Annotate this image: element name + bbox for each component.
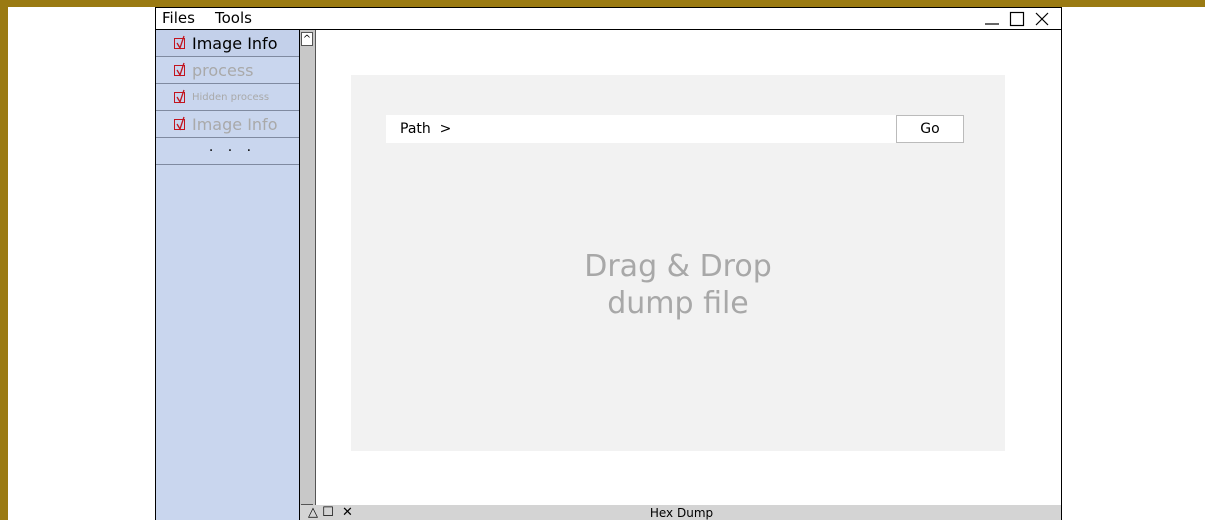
checkbox-checked-icon[interactable] bbox=[174, 89, 185, 104]
sidebar-item-label: Hidden process bbox=[192, 91, 270, 103]
drop-zone-line-1: Drag & Drop bbox=[584, 249, 772, 284]
sidebar-item-image-info-2[interactable]: Image Info bbox=[156, 111, 299, 138]
app-window: Files Tools Image Info process Hidden pr… bbox=[155, 7, 1062, 520]
sidebar-item-hidden-process[interactable]: Hidden process bbox=[156, 84, 299, 111]
checkbox-checked-icon[interactable] bbox=[174, 116, 185, 131]
path-input[interactable]: Path > bbox=[386, 115, 896, 143]
sidebar-item-image-info[interactable]: Image Info bbox=[156, 30, 299, 57]
sidebar-item-label: Image Info bbox=[192, 114, 278, 134]
hex-dump-panel-bar: △ ☐ ✕ Hex Dump bbox=[300, 505, 1061, 520]
sidebar-item-label: process bbox=[192, 60, 254, 80]
main-panel: Path > Go Drag & Drop dump file bbox=[317, 30, 1061, 505]
menu-files[interactable]: Files bbox=[162, 9, 195, 27]
hex-dump-title: Hex Dump bbox=[649, 506, 714, 520]
outer-frame-left bbox=[0, 0, 8, 520]
path-label: Path > bbox=[400, 121, 452, 137]
close-icon[interactable] bbox=[1032, 8, 1052, 30]
sidebar-item-process[interactable]: process bbox=[156, 57, 299, 84]
maximize-icon[interactable] bbox=[1007, 8, 1027, 30]
scroll-up-icon[interactable]: ^ bbox=[301, 32, 313, 46]
menu-bar: Files Tools bbox=[156, 8, 1061, 30]
checkbox-checked-icon[interactable] bbox=[174, 35, 185, 50]
sidebar-more[interactable]: · · · bbox=[156, 138, 299, 165]
sidebar-scrollbar[interactable]: ^ v bbox=[300, 30, 316, 520]
minimize-icon[interactable] bbox=[982, 8, 1002, 30]
sidebar: Image Info process Hidden process Image … bbox=[156, 30, 300, 520]
menu-tools[interactable]: Tools bbox=[215, 9, 252, 27]
outer-frame-top bbox=[0, 0, 1205, 7]
drop-zone[interactable]: Path > Go Drag & Drop dump file bbox=[351, 75, 1005, 451]
drop-zone-line-2: dump file bbox=[607, 286, 749, 321]
checkbox-checked-icon[interactable] bbox=[174, 62, 185, 77]
sidebar-item-label: Image Info bbox=[192, 33, 278, 53]
go-button[interactable]: Go bbox=[896, 115, 964, 143]
drop-zone-text: Drag & Drop dump file bbox=[351, 248, 1005, 322]
